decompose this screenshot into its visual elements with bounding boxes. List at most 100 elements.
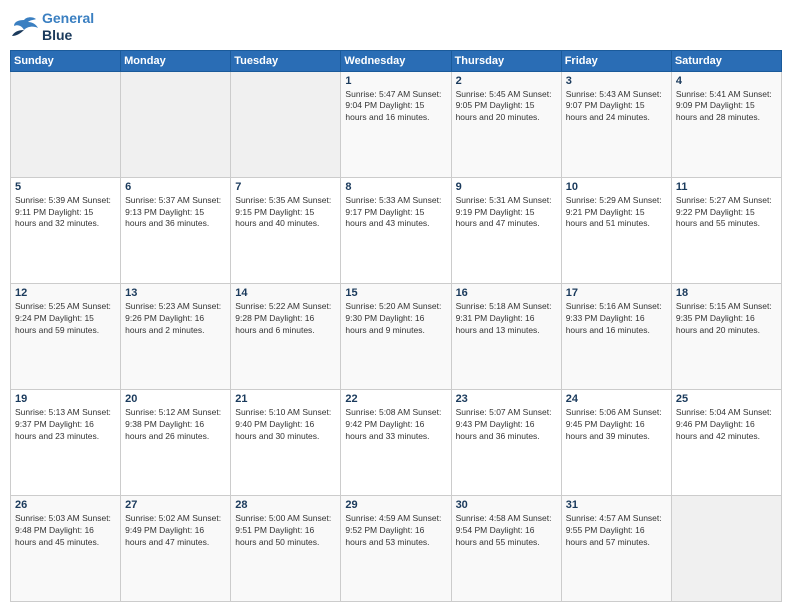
day-number: 27	[125, 499, 226, 511]
day-number: 31	[566, 499, 667, 511]
day-cell	[231, 71, 341, 177]
day-number: 24	[566, 393, 667, 405]
day-cell: 4Sunrise: 5:41 AM Sunset: 9:09 PM Daylig…	[671, 71, 781, 177]
day-cell	[121, 71, 231, 177]
day-number: 19	[15, 393, 116, 405]
day-info: Sunrise: 5:23 AM Sunset: 9:26 PM Dayligh…	[125, 301, 226, 337]
day-cell: 15 Sunrise: 5:20 AM Sunset: 9:30 PM Dayli…	[341, 283, 451, 389]
day-number: 5	[15, 181, 116, 193]
day-cell: 20 Sunrise: 5:12 AM Sunset: 9:38 PM Dayli…	[121, 389, 231, 495]
day-info: Sunrise: 5:07 AM Sunset: 9:43 PM Dayligh…	[456, 407, 557, 443]
day-info: Sunrise: 5:15 AM Sunset: 9:35 PM Dayligh…	[676, 301, 777, 337]
day-cell	[11, 71, 121, 177]
day-cell: 7 Sunrise: 5:35 AM Sunset: 9:15 PM Daylig…	[231, 177, 341, 283]
col-header-thursday: Thursday	[451, 50, 561, 71]
day-number: 23	[456, 393, 557, 405]
day-cell: 2Sunrise: 5:45 AM Sunset: 9:05 PM Daylig…	[451, 71, 561, 177]
logo-icon	[10, 16, 38, 38]
col-header-saturday: Saturday	[671, 50, 781, 71]
day-info: Sunrise: 5:33 AM Sunset: 9:17 PM Dayligh…	[345, 195, 446, 231]
week-row-5: 26 Sunrise: 5:03 AM Sunset: 9:48 PM Dayli…	[11, 495, 782, 601]
day-number: 28	[235, 499, 336, 511]
day-cell: 29Sunrise: 4:59 AM Sunset: 9:52 PM Dayli…	[341, 495, 451, 601]
day-number: 25	[676, 393, 777, 405]
day-cell: 6 Sunrise: 5:37 AM Sunset: 9:13 PM Daylig…	[121, 177, 231, 283]
day-info: Sunrise: 5:35 AM Sunset: 9:15 PM Dayligh…	[235, 195, 336, 231]
day-cell: 12Sunrise: 5:25 AM Sunset: 9:24 PM Dayli…	[11, 283, 121, 389]
day-number: 13	[125, 287, 226, 299]
day-number: 6	[125, 181, 226, 193]
day-info: Sunrise: 5:04 AM Sunset: 9:46 PM Dayligh…	[676, 407, 777, 443]
day-number: 11	[676, 181, 777, 193]
day-cell: 16 Sunrise: 5:18 AM Sunset: 9:31 PM Dayli…	[451, 283, 561, 389]
day-cell: 27 Sunrise: 5:02 AM Sunset: 9:49 PM Dayli…	[121, 495, 231, 601]
day-info: Sunrise: 5:47 AM Sunset: 9:04 PM Dayligh…	[345, 89, 446, 125]
page: General Blue SundayMondayTuesdayWednesda…	[0, 0, 792, 612]
day-cell: 18Sunrise: 5:15 AM Sunset: 9:35 PM Dayli…	[671, 283, 781, 389]
day-cell	[671, 495, 781, 601]
day-info: Sunrise: 5:08 AM Sunset: 9:42 PM Dayligh…	[345, 407, 446, 443]
day-cell: 23 Sunrise: 5:07 AM Sunset: 9:43 PM Dayli…	[451, 389, 561, 495]
day-info: Sunrise: 5:10 AM Sunset: 9:40 PM Dayligh…	[235, 407, 336, 443]
day-number: 15	[345, 287, 446, 299]
day-info: Sunrise: 5:12 AM Sunset: 9:38 PM Dayligh…	[125, 407, 226, 443]
day-cell: 25 Sunrise: 5:04 AM Sunset: 9:46 PM Dayli…	[671, 389, 781, 495]
day-info: Sunrise: 4:57 AM Sunset: 9:55 PM Dayligh…	[566, 513, 667, 549]
week-row-3: 12Sunrise: 5:25 AM Sunset: 9:24 PM Dayli…	[11, 283, 782, 389]
calendar-body: 1 Sunrise: 5:47 AM Sunset: 9:04 PM Daylig…	[11, 71, 782, 601]
day-info: Sunrise: 5:37 AM Sunset: 9:13 PM Dayligh…	[125, 195, 226, 231]
col-header-friday: Friday	[561, 50, 671, 71]
day-info: Sunrise: 5:18 AM Sunset: 9:31 PM Dayligh…	[456, 301, 557, 337]
day-number: 3	[566, 75, 667, 87]
day-number: 16	[456, 287, 557, 299]
logo: General Blue	[10, 10, 94, 44]
day-info: Sunrise: 5:03 AM Sunset: 9:48 PM Dayligh…	[15, 513, 116, 549]
day-cell: 28 Sunrise: 5:00 AM Sunset: 9:51 PM Dayli…	[231, 495, 341, 601]
day-info: Sunrise: 5:41 AM Sunset: 9:09 PM Dayligh…	[676, 89, 777, 125]
day-number: 17	[566, 287, 667, 299]
day-number: 20	[125, 393, 226, 405]
day-number: 30	[456, 499, 557, 511]
calendar-header: SundayMondayTuesdayWednesdayThursdayFrid…	[11, 50, 782, 71]
day-info: Sunrise: 5:29 AM Sunset: 9:21 PM Dayligh…	[566, 195, 667, 231]
day-cell: 14 Sunrise: 5:22 AM Sunset: 9:28 PM Dayli…	[231, 283, 341, 389]
day-cell: 26 Sunrise: 5:03 AM Sunset: 9:48 PM Dayli…	[11, 495, 121, 601]
day-info: Sunrise: 5:13 AM Sunset: 9:37 PM Dayligh…	[15, 407, 116, 443]
day-info: Sunrise: 5:45 AM Sunset: 9:05 PM Dayligh…	[456, 89, 557, 125]
day-cell: 5 Sunrise: 5:39 AM Sunset: 9:11 PM Daylig…	[11, 177, 121, 283]
day-info: Sunrise: 5:06 AM Sunset: 9:45 PM Dayligh…	[566, 407, 667, 443]
day-number: 14	[235, 287, 336, 299]
day-info: Sunrise: 5:16 AM Sunset: 9:33 PM Dayligh…	[566, 301, 667, 337]
day-number: 9	[456, 181, 557, 193]
day-cell: 10Sunrise: 5:29 AM Sunset: 9:21 PM Dayli…	[561, 177, 671, 283]
col-header-tuesday: Tuesday	[231, 50, 341, 71]
col-header-wednesday: Wednesday	[341, 50, 451, 71]
col-header-monday: Monday	[121, 50, 231, 71]
day-info: Sunrise: 5:39 AM Sunset: 9:11 PM Dayligh…	[15, 195, 116, 231]
day-number: 1	[345, 75, 446, 87]
day-number: 21	[235, 393, 336, 405]
day-number: 26	[15, 499, 116, 511]
day-info: Sunrise: 5:31 AM Sunset: 9:19 PM Dayligh…	[456, 195, 557, 231]
day-info: Sunrise: 5:27 AM Sunset: 9:22 PM Dayligh…	[676, 195, 777, 231]
week-row-1: 1 Sunrise: 5:47 AM Sunset: 9:04 PM Daylig…	[11, 71, 782, 177]
day-info: Sunrise: 4:59 AM Sunset: 9:52 PM Dayligh…	[345, 513, 446, 549]
day-cell: 3Sunrise: 5:43 AM Sunset: 9:07 PM Daylig…	[561, 71, 671, 177]
day-info: Sunrise: 5:00 AM Sunset: 9:51 PM Dayligh…	[235, 513, 336, 549]
day-cell: 31 Sunrise: 4:57 AM Sunset: 9:55 PM Dayli…	[561, 495, 671, 601]
day-cell: 17 Sunrise: 5:16 AM Sunset: 9:33 PM Dayli…	[561, 283, 671, 389]
calendar-table: SundayMondayTuesdayWednesdayThursdayFrid…	[10, 50, 782, 602]
day-info: Sunrise: 5:20 AM Sunset: 9:30 PM Dayligh…	[345, 301, 446, 337]
day-info: Sunrise: 5:02 AM Sunset: 9:49 PM Dayligh…	[125, 513, 226, 549]
day-cell: 9 Sunrise: 5:31 AM Sunset: 9:19 PM Daylig…	[451, 177, 561, 283]
header-row: SundayMondayTuesdayWednesdayThursdayFrid…	[11, 50, 782, 71]
col-header-sunday: Sunday	[11, 50, 121, 71]
day-number: 7	[235, 181, 336, 193]
header: General Blue	[10, 10, 782, 44]
day-cell: 13 Sunrise: 5:23 AM Sunset: 9:26 PM Dayli…	[121, 283, 231, 389]
week-row-2: 5 Sunrise: 5:39 AM Sunset: 9:11 PM Daylig…	[11, 177, 782, 283]
day-cell: 11 Sunrise: 5:27 AM Sunset: 9:22 PM Dayli…	[671, 177, 781, 283]
day-cell: 21 Sunrise: 5:10 AM Sunset: 9:40 PM Dayli…	[231, 389, 341, 495]
day-cell: 22Sunrise: 5:08 AM Sunset: 9:42 PM Dayli…	[341, 389, 451, 495]
day-info: Sunrise: 5:22 AM Sunset: 9:28 PM Dayligh…	[235, 301, 336, 337]
